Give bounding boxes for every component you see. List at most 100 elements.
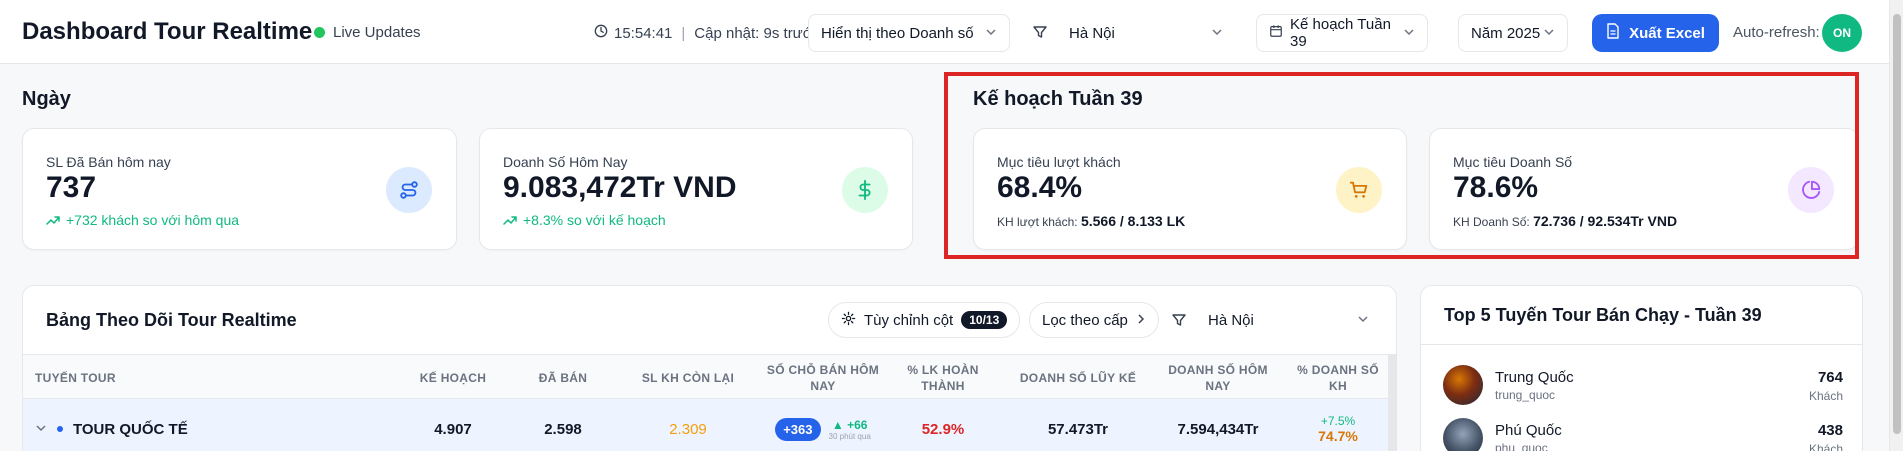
- current-time: 15:54:41: [614, 24, 673, 42]
- list-item[interactable]: Trung Quốc trung_quoc 764 Khách: [1443, 365, 1843, 409]
- calendar-icon: [1269, 24, 1283, 42]
- realtime-table-panel: Bảng Theo Dõi Tour Realtime Tùy chỉnh cộ…: [22, 285, 1397, 451]
- list-item[interactable]: Phú Quốc phu_quoc 438 Khách: [1443, 418, 1843, 451]
- chevron-down-icon: [1403, 25, 1415, 42]
- highlight-box: [944, 72, 1859, 259]
- tour-name: TOUR QUỐC TẾ: [73, 420, 188, 438]
- customer-count: 764: [1817, 369, 1843, 386]
- delta-value: ▲ +66: [831, 417, 868, 432]
- plan-week-select[interactable]: Kế hoạch Tuần 39: [1256, 14, 1428, 52]
- route-icon: [386, 167, 432, 213]
- last-updated: Cập nhật: 9s trước: [694, 24, 821, 42]
- auto-refresh-label: Auto-refresh:: [1733, 24, 1820, 41]
- card-trend: +8.3% so với kế hoạch: [503, 212, 666, 228]
- file-icon: [1606, 23, 1620, 43]
- trend-text: +732 khách so với hôm qua: [66, 212, 240, 228]
- year-select[interactable]: Năm 2025: [1458, 14, 1568, 52]
- column-count-badge: 10/13: [961, 311, 1008, 329]
- filter-level-label: Lọc theo cấp: [1042, 311, 1128, 329]
- top5-title: Top 5 Tuyến Tour Bán Chạy - Tuần 39: [1444, 305, 1762, 325]
- column-header[interactable]: TUYẾN TOUR: [35, 355, 235, 400]
- column-header[interactable]: % LK HOÀN THÀNH: [893, 355, 993, 400]
- clock-icon: [594, 24, 608, 42]
- auto-refresh-toggle[interactable]: ON: [1822, 14, 1862, 52]
- top-header: Dashboard Tour Realtime Live Updates 15:…: [0, 0, 1903, 64]
- tour-code: trung_quoc: [1495, 388, 1556, 402]
- page-title: Dashboard Tour Realtime: [22, 18, 313, 45]
- export-label: Xuất Excel: [1629, 24, 1705, 42]
- customize-label: Tùy chỉnh cột: [864, 311, 954, 329]
- live-label: Live Updates: [333, 24, 421, 41]
- table-region-select[interactable]: Hà Nội: [1196, 302, 1381, 338]
- divider: |: [681, 24, 686, 42]
- column-header[interactable]: DOANH SỐ LŨY KẾ: [1008, 355, 1148, 400]
- pct-value: 74.7%: [1318, 428, 1358, 444]
- card-value: 737: [46, 171, 97, 204]
- column-header[interactable]: DOANH SỐ HÔM NAY: [1158, 355, 1278, 400]
- tour-name: Trung Quốc: [1495, 369, 1574, 386]
- scrollbar-thumb[interactable]: [1893, 14, 1901, 434]
- filter-level-button[interactable]: Lọc theo cấp: [1029, 302, 1159, 338]
- top5-panel: Top 5 Tuyến Tour Bán Chạy - Tuần 39 Trun…: [1420, 285, 1863, 451]
- remaining-cell: 2.309: [669, 420, 707, 438]
- year-value: Năm 2025: [1471, 24, 1541, 42]
- tour-name: Phú Quốc: [1495, 422, 1562, 439]
- card-label: SL Đã Bán hôm nay: [46, 154, 171, 170]
- tour-code: phu_quoc: [1495, 441, 1548, 451]
- clock-status: 15:54:41 | Cập nhật: 9s trước: [594, 24, 820, 42]
- count-unit: Khách: [1808, 442, 1843, 451]
- column-header[interactable]: SỐ CHỖ BÁN HÔM NAY: [758, 355, 888, 400]
- filter-icon[interactable]: [1171, 312, 1187, 333]
- delta-note: 30 phút qua: [828, 431, 871, 441]
- dollar-icon: [842, 167, 888, 213]
- chevron-down-icon: [1211, 25, 1223, 42]
- chevron-down-icon[interactable]: [35, 421, 47, 438]
- customer-count: 438: [1817, 422, 1843, 439]
- trend-text: +8.3% so với kế hoạch: [523, 212, 666, 228]
- divider: [1421, 344, 1862, 345]
- chevron-down-icon: [1543, 25, 1555, 42]
- count-unit: Khách: [1808, 389, 1843, 403]
- live-dot-icon: [314, 27, 325, 38]
- customize-columns-button[interactable]: Tùy chỉnh cột 10/13: [828, 302, 1021, 338]
- card-trend: +732 khách so với hôm qua: [46, 212, 239, 228]
- column-header[interactable]: % DOANH SỐ KH: [1288, 355, 1388, 400]
- revenue-today-card: Doanh Số Hôm Nay 9.083,472Tr VND +8.3% s…: [479, 128, 913, 250]
- filter-icon[interactable]: [1032, 24, 1048, 45]
- table-scrollbar[interactable]: [1388, 354, 1396, 451]
- region-select[interactable]: Hà Nội: [1056, 14, 1236, 52]
- column-header[interactable]: KẾ HOẠCH: [383, 355, 523, 400]
- gear-icon: [841, 311, 856, 330]
- today-seats-badge: +363: [775, 417, 821, 441]
- plan-cell: 4.907: [434, 420, 472, 438]
- day-section-title: Ngày: [22, 88, 71, 110]
- table-row[interactable]: TOUR QUỐC TẾ 4.907 2.598 2.309 +363 ▲ +6…: [23, 399, 1396, 451]
- pct-delta: +7.5%: [1320, 414, 1356, 428]
- page-scrollbar[interactable]: [1889, 0, 1903, 451]
- chevron-down-icon: [985, 25, 997, 42]
- display-mode-select[interactable]: Hiển thị theo Doanh số: [808, 14, 1010, 52]
- column-header[interactable]: ĐÃ BÁN: [503, 355, 623, 400]
- export-excel-button[interactable]: Xuất Excel: [1592, 14, 1719, 52]
- column-header[interactable]: SL KH CÒN LẠI: [623, 355, 753, 400]
- display-mode-value: Hiển thị theo Doanh số: [821, 24, 974, 42]
- avatar: [1443, 365, 1483, 405]
- completion-cell: 52.9%: [921, 420, 965, 438]
- table-header: TUYẾN TOUR KẾ HOẠCH ĐÃ BÁN SL KH CÒN LẠI…: [23, 354, 1396, 400]
- table-region-value: Hà Nội: [1208, 311, 1254, 329]
- tour-cell: TOUR QUỐC TẾ: [35, 399, 235, 451]
- today-seats-delta: ▲ +66 30 phút qua: [829, 418, 871, 441]
- region-value: Hà Nội: [1069, 24, 1115, 42]
- cumulative-cell: 57.473Tr: [1047, 420, 1109, 438]
- chevron-down-icon: [1357, 312, 1369, 329]
- live-status: Live Updates: [314, 24, 421, 41]
- chevron-right-icon: [1136, 312, 1146, 329]
- sold-today-card: SL Đã Bán hôm nay 737 +732 khách so với …: [22, 128, 457, 250]
- table-panel-title: Bảng Theo Dõi Tour Realtime: [46, 310, 297, 330]
- sold-cell: 2.598: [544, 420, 582, 438]
- trending-up-icon: [46, 212, 60, 228]
- card-value: 9.083,472Tr VND: [503, 171, 737, 204]
- avatar: [1443, 418, 1483, 451]
- today-seats-cell: +363 ▲ +66 30 phút qua: [758, 399, 888, 451]
- revenue-pct-cell: +7.5% 74.7%: [1288, 399, 1388, 451]
